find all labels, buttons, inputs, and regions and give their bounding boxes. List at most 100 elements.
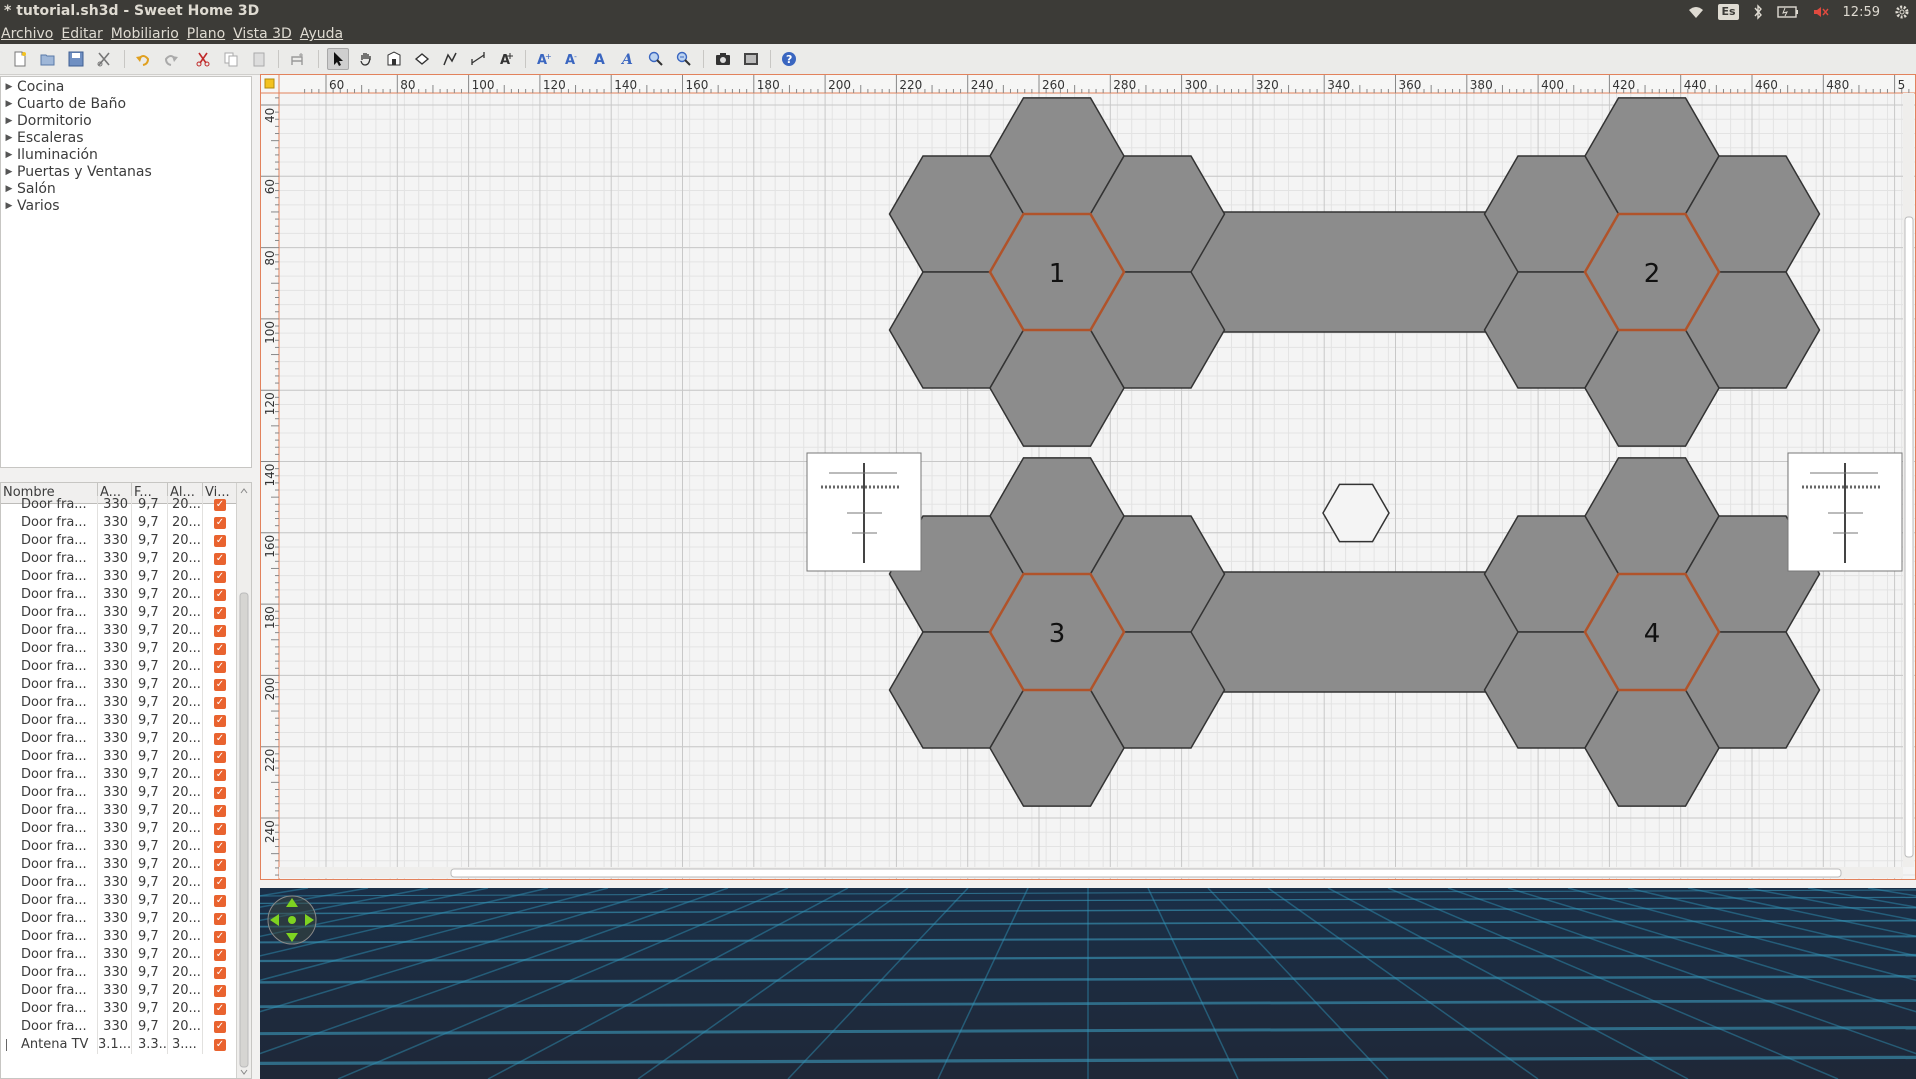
furniture-row[interactable]: Door fra... 330 9,7 20... ✓ bbox=[1, 802, 237, 820]
expand-arrow-icon[interactable]: ▶ bbox=[1, 167, 17, 177]
visible-checkbox[interactable]: ✓ bbox=[214, 733, 226, 745]
battery-icon[interactable] bbox=[1776, 2, 1799, 22]
furniture-row[interactable]: Door fra... 330 9,7 20... ✓ bbox=[1, 874, 237, 892]
plan-canvas[interactable]: 60 80 100 120 140 160 180 200 220 240 260 280 300 320… bbox=[261, 75, 1915, 879]
visible-checkbox[interactable]: ✓ bbox=[214, 751, 226, 763]
open-icon[interactable] bbox=[37, 48, 59, 70]
visible-checkbox[interactable]: ✓ bbox=[214, 661, 226, 673]
bluetooth-icon[interactable] bbox=[1753, 2, 1763, 22]
visible-checkbox[interactable]: ✓ bbox=[214, 1021, 226, 1033]
create-photo-icon[interactable] bbox=[712, 48, 734, 70]
plan-view[interactable]: 60 80 100 120 140 160 180 200 220 240 260 280 300 320… bbox=[260, 74, 1916, 880]
catalog-category-cocina[interactable]: ▶ Cocina bbox=[1, 78, 65, 95]
visible-checkbox[interactable]: ✓ bbox=[214, 805, 226, 817]
create-walls-icon[interactable] bbox=[383, 48, 405, 70]
furniture-row[interactable]: Door fra... 330 9,7 20... ✓ bbox=[1, 820, 237, 838]
furniture-row[interactable]: Door fra... 330 9,7 20... ✓ bbox=[1, 982, 237, 1000]
undo-icon[interactable] bbox=[132, 48, 154, 70]
catalog-category-escaleras[interactable]: ▶ Escaleras bbox=[1, 129, 84, 146]
save-icon[interactable] bbox=[65, 48, 87, 70]
furniture-row[interactable]: Door fra... 330 9,7 20... ✓ bbox=[1, 1000, 237, 1018]
visible-checkbox[interactable]: ✓ bbox=[214, 643, 226, 655]
visible-checkbox[interactable]: ✓ bbox=[214, 931, 226, 943]
expand-arrow-icon[interactable]: ▶ bbox=[1, 133, 17, 143]
visible-checkbox[interactable]: ✓ bbox=[214, 913, 226, 925]
create-video-icon[interactable] bbox=[740, 48, 762, 70]
select-icon[interactable] bbox=[327, 48, 349, 70]
menu-ayuda[interactable]: Ayuda bbox=[300, 24, 343, 44]
navigation-arrows-icon[interactable] bbox=[266, 894, 318, 946]
visible-checkbox[interactable]: ✓ bbox=[214, 571, 226, 583]
furniture-row[interactable]: Door fra... 330 9,7 20... ✓ bbox=[1, 532, 237, 550]
furniture-row[interactable]: Door fra... 330 9,7 20... ✓ bbox=[1, 640, 237, 658]
visible-checkbox[interactable]: ✓ bbox=[214, 949, 226, 961]
visible-checkbox[interactable]: ✓ bbox=[214, 895, 226, 907]
catalog-category-iluminacion[interactable]: ▶ Iluminación bbox=[1, 146, 98, 163]
catalog-category-dormitorio[interactable]: ▶ Dormitorio bbox=[1, 112, 92, 129]
furniture-row[interactable]: Door fra... 330 9,7 20... ✓ bbox=[1, 730, 237, 748]
furniture-scrollbar[interactable] bbox=[236, 483, 251, 1078]
visible-checkbox[interactable]: ✓ bbox=[214, 769, 226, 781]
increase-text-icon[interactable]: A + bbox=[533, 48, 555, 70]
visible-checkbox[interactable]: ✓ bbox=[214, 985, 226, 997]
menu-mobiliario[interactable]: Mobiliario bbox=[111, 24, 179, 44]
visible-checkbox[interactable]: ✓ bbox=[214, 967, 226, 979]
furniture-row[interactable]: Door fra... 330 9,7 20... ✓ bbox=[1, 550, 237, 568]
split-divider-horizontal[interactable] bbox=[260, 880, 1916, 888]
furniture-row[interactable]: Door fra... 330 9,7 20... ✓ bbox=[1, 604, 237, 622]
visible-checkbox[interactable]: ✓ bbox=[214, 859, 226, 871]
add-furniture-icon[interactable] bbox=[287, 48, 309, 70]
visible-checkbox[interactable]: ✓ bbox=[214, 625, 226, 637]
furniture-row[interactable]: Door fra... 330 9,7 20... ✓ bbox=[1, 928, 237, 946]
furniture-row[interactable]: Antena TV 3.1... 3.3... 3.... ✓ bbox=[1, 1036, 237, 1054]
furniture-row[interactable]: Door fra... 330 9,7 20... ✓ bbox=[1, 586, 237, 604]
menu-editar[interactable]: Editar bbox=[61, 24, 102, 44]
visible-checkbox[interactable]: ✓ bbox=[214, 553, 226, 565]
visible-checkbox[interactable]: ✓ bbox=[214, 679, 226, 691]
volume-muted-icon[interactable] bbox=[1813, 2, 1829, 22]
expand-arrow-icon[interactable]: ▶ bbox=[1, 184, 17, 194]
cut-icon[interactable] bbox=[192, 48, 214, 70]
furniture-row[interactable]: Door fra... 330 9,7 20... ✓ bbox=[1, 622, 237, 640]
furniture-row[interactable]: Door fra... 330 9,7 20... ✓ bbox=[1, 892, 237, 910]
expand-arrow-icon[interactable]: ▶ bbox=[1, 99, 17, 109]
menu-plano[interactable]: Plano bbox=[187, 24, 225, 44]
catalog-category-puertas-y-ventanas[interactable]: ▶ Puertas y Ventanas bbox=[1, 163, 152, 180]
furniture-row[interactable]: Door fra... 330 9,7 20... ✓ bbox=[1, 712, 237, 730]
visible-checkbox[interactable]: ✓ bbox=[214, 823, 226, 835]
copy-icon[interactable] bbox=[220, 48, 242, 70]
furniture-row[interactable]: Door fra... 330 9,7 20... ✓ bbox=[1, 856, 237, 874]
visible-checkbox[interactable]: ✓ bbox=[214, 1039, 226, 1051]
expand-arrow-icon[interactable]: ▶ bbox=[1, 201, 17, 211]
clock[interactable]: 12:59 bbox=[1843, 2, 1880, 22]
zoom-in-icon[interactable] bbox=[645, 48, 667, 70]
help-icon[interactable]: ? bbox=[778, 48, 800, 70]
furniture-row[interactable]: Door fra... 330 9,7 20... ✓ bbox=[1, 946, 237, 964]
visible-checkbox[interactable]: ✓ bbox=[214, 715, 226, 727]
3d-view[interactable] bbox=[260, 888, 1916, 1079]
furniture-row[interactable]: Door fra... 330 9,7 20... ✓ bbox=[1, 658, 237, 676]
create-dimensions-icon[interactable] bbox=[467, 48, 489, 70]
visible-checkbox[interactable]: ✓ bbox=[214, 535, 226, 547]
furniture-row[interactable]: Door fra... 330 9,7 20... ✓ bbox=[1, 1018, 237, 1036]
gear-icon[interactable] bbox=[1894, 2, 1910, 22]
furniture-row[interactable]: Door fra... 330 9,7 20... ✓ bbox=[1, 568, 237, 586]
furniture-row[interactable]: Door fra... 330 9,7 20... ✓ bbox=[1, 910, 237, 928]
expand-arrow-icon[interactable]: ▶ bbox=[1, 116, 17, 126]
visible-checkbox[interactable]: ✓ bbox=[214, 877, 226, 889]
visible-checkbox[interactable]: ✓ bbox=[214, 589, 226, 601]
visible-checkbox[interactable]: ✓ bbox=[214, 787, 226, 799]
visible-checkbox[interactable]: ✓ bbox=[214, 517, 226, 529]
furniture-row[interactable]: Door fra... 330 9,7 20... ✓ bbox=[1, 964, 237, 982]
furniture-row[interactable]: Door fra... 330 9,7 20... ✓ bbox=[1, 514, 237, 532]
catalog-category-salon[interactable]: ▶ Salón bbox=[1, 180, 56, 197]
visible-checkbox[interactable]: ✓ bbox=[214, 697, 226, 709]
catalog-category-varios[interactable]: ▶ Varios bbox=[1, 197, 60, 214]
visible-checkbox[interactable]: ✓ bbox=[214, 841, 226, 853]
redo-icon[interactable] bbox=[160, 48, 182, 70]
italic-text-icon[interactable]: A bbox=[617, 48, 639, 70]
visible-checkbox[interactable]: ✓ bbox=[214, 1003, 226, 1015]
catalog-category-cuarto-de-bano[interactable]: ▶ Cuarto de Baño bbox=[1, 95, 127, 112]
visible-checkbox[interactable]: ✓ bbox=[214, 607, 226, 619]
decrease-text-icon[interactable]: A- bbox=[561, 48, 583, 70]
